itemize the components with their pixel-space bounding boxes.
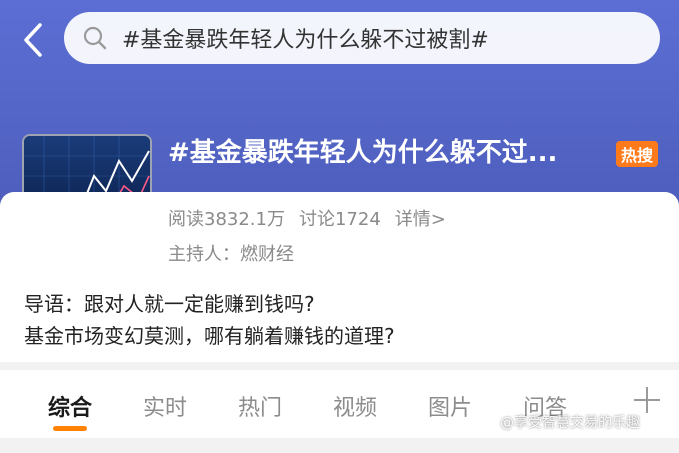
search-icon <box>82 25 108 51</box>
tab-label: 实时 <box>142 396 187 421</box>
tab-label: 视频 <box>332 396 377 421</box>
active-tab-indicator <box>53 426 87 431</box>
plus-icon[interactable] <box>632 385 662 415</box>
back-arrow-icon <box>24 23 42 57</box>
tab-video[interactable]: 视频 <box>320 370 390 438</box>
hot-search-badge: 热搜 <box>616 141 658 167</box>
tab-images[interactable]: 图片 <box>415 370 485 438</box>
watermark-text: @享受智慧交易的乐趣 <box>500 415 640 431</box>
tab-comprehensive[interactable]: 综合 <box>35 370 105 438</box>
discussion-count: 讨论1724 <box>298 209 381 230</box>
intro-line-2: 基金市场变幻莫测，哪有躺着赚钱的道理? <box>24 324 395 348</box>
read-count: 阅读3832.1万 <box>168 209 285 230</box>
topic-intro: 导语：跟对人就一定能赚到钱吗? 基金市场变幻莫测，哪有躺着赚钱的道理? <box>24 288 664 352</box>
tab-hot[interactable]: 热门 <box>225 370 295 438</box>
back-button[interactable] <box>16 20 50 60</box>
topic-host[interactable]: 主持人：燃财经 <box>168 240 294 266</box>
tab-label: 图片 <box>427 396 472 421</box>
intro-line-1: 导语：跟对人就一定能赚到钱吗? <box>24 292 315 316</box>
search-bar[interactable]: #基金暴跌年轻人为什么躲不过被割# <box>64 12 660 64</box>
detail-link[interactable]: 详情> <box>395 205 446 231</box>
tab-label: 热门 <box>237 396 282 421</box>
tab-realtime[interactable]: 实时 <box>130 370 200 438</box>
divider <box>0 438 679 453</box>
topic-stats: 阅读3832.1万 讨论1724 详情> <box>168 205 446 231</box>
topic-title: #基金暴跌年轻人为什么躲不过... <box>168 138 558 168</box>
search-query[interactable]: #基金暴跌年轻人为什么躲不过被割# <box>122 22 489 54</box>
